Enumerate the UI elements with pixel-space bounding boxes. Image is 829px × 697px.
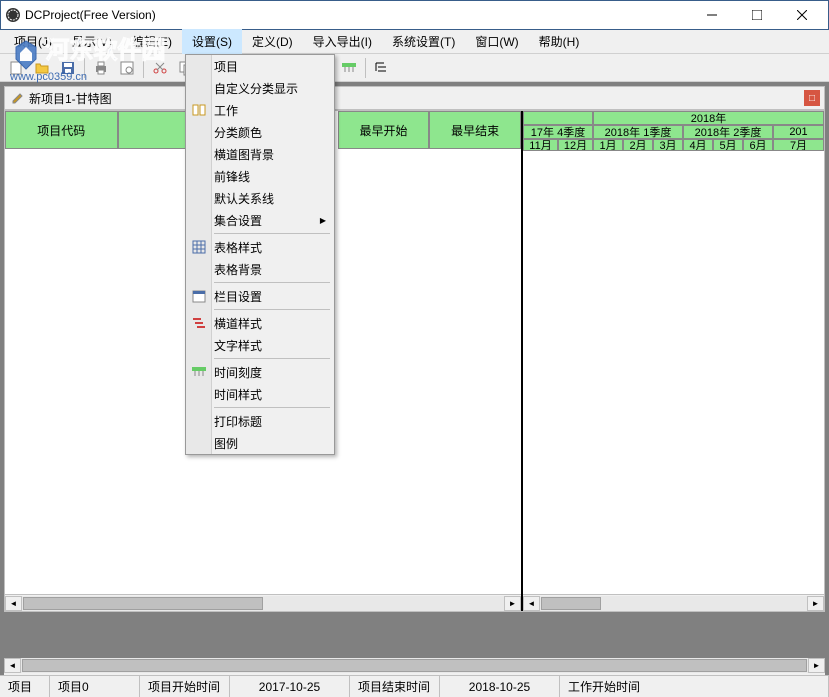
- menu-help[interactable]: 帮助(H): [529, 29, 590, 54]
- menubar: 项目(J) 显示(V) 编辑(E) 设置(S) 定义(D) 导入导出(I) 系统…: [0, 30, 829, 54]
- hierarchy-button[interactable]: [370, 56, 394, 80]
- menu-item-frontline[interactable]: 前锋线: [186, 165, 334, 187]
- column-header-early-finish[interactable]: 最早结束: [429, 111, 521, 149]
- menu-item-work[interactable]: 工作: [186, 99, 334, 121]
- menu-settings[interactable]: 设置(S): [182, 29, 242, 54]
- document-titlebar: 新项目1-甘特图 □: [4, 86, 825, 110]
- column-header-blank[interactable]: [118, 111, 193, 149]
- edit-icon: [11, 91, 25, 105]
- timeline-q3-2018-partial: 201: [773, 125, 824, 139]
- scroll-thumb[interactable]: [23, 597, 263, 610]
- app-icon: [5, 7, 21, 23]
- menu-item-custom-category-display[interactable]: 自定义分类显示: [186, 77, 334, 99]
- menu-import-export[interactable]: 导入导出(I): [303, 29, 382, 54]
- menu-item-category-color[interactable]: 分类颜色: [186, 121, 334, 143]
- timeline-year-blank: [523, 111, 593, 125]
- timeline-q2-2018: 2018年 2季度: [683, 125, 773, 139]
- maximize-button[interactable]: [734, 1, 779, 29]
- timeline-month: 6月: [743, 139, 773, 151]
- grid-icon: [190, 238, 208, 256]
- window-title: DCProject(Free Version): [25, 8, 689, 22]
- menu-item-timescale[interactable]: 时间刻度: [186, 361, 334, 383]
- column-header-early-start[interactable]: 最早开始: [338, 111, 430, 149]
- timeline-month: 1月: [593, 139, 623, 151]
- toolbar-separator: [143, 58, 144, 78]
- main-content: 项目代码 最早开始 最早结束 ◄ ► 2018年 17年 4季度 2018年 1…: [4, 110, 825, 612]
- document-maximize-button[interactable]: □: [804, 90, 820, 106]
- scroll-thumb[interactable]: [22, 659, 807, 672]
- table-horizontal-scrollbar[interactable]: ◄ ►: [5, 594, 521, 611]
- settings-dropdown-menu: 项目 自定义分类显示 工作 分类颜色 横道图背景 前锋线 默认关系线 集合设置 …: [185, 54, 335, 455]
- bars-icon: [190, 314, 208, 332]
- menu-project[interactable]: 项目(J): [4, 29, 62, 54]
- menu-separator: [214, 309, 330, 310]
- gantt-chart-area[interactable]: [523, 151, 824, 594]
- print-button[interactable]: [89, 56, 113, 80]
- menu-separator: [214, 233, 330, 234]
- menu-item-table-style[interactable]: 表格样式: [186, 236, 334, 258]
- timeline-q4-2017: 17年 4季度: [523, 125, 593, 139]
- menu-item-bar-style[interactable]: 横道样式: [186, 312, 334, 334]
- menu-item-time-style[interactable]: 时间样式: [186, 383, 334, 405]
- toolbar-separator: [84, 58, 85, 78]
- timeline-button[interactable]: [337, 56, 361, 80]
- save-button[interactable]: [56, 56, 80, 80]
- new-file-button[interactable]: [4, 56, 28, 80]
- minimize-button[interactable]: [689, 1, 734, 29]
- menu-item-default-relation-line[interactable]: 默认关系线: [186, 187, 334, 209]
- timeline-month: 4月: [683, 139, 713, 151]
- menu-item-print-title[interactable]: 打印标题: [186, 410, 334, 432]
- scroll-right-button[interactable]: ►: [807, 596, 824, 611]
- menu-window[interactable]: 窗口(W): [465, 29, 528, 54]
- scroll-left-button[interactable]: ◄: [5, 596, 22, 611]
- gantt-horizontal-scrollbar[interactable]: ◄ ►: [523, 594, 824, 611]
- menu-item-legend[interactable]: 图例: [186, 432, 334, 454]
- timeline-month: 7月: [773, 139, 824, 151]
- document-title: 新项目1-甘特图: [29, 90, 112, 107]
- timeline-q1-2018: 2018年 1季度: [593, 125, 683, 139]
- menu-separator: [214, 282, 330, 283]
- menu-item-column-settings[interactable]: 栏目设置: [186, 285, 334, 307]
- toolbar-separator: [365, 58, 366, 78]
- menu-define[interactable]: 定义(D): [242, 29, 303, 54]
- toolbar: [0, 54, 829, 82]
- timeline-month: 5月: [713, 139, 743, 151]
- scroll-right-button[interactable]: ►: [808, 658, 825, 673]
- menu-edit[interactable]: 编辑(E): [122, 29, 182, 54]
- timeline-year-2018: 2018年: [593, 111, 824, 125]
- timeline-header: 2018年 17年 4季度 2018年 1季度 2018年 2季度 201 11…: [523, 111, 824, 151]
- menu-item-gantt-background[interactable]: 横道图背景: [186, 143, 334, 165]
- menu-separator: [214, 407, 330, 408]
- timeline-month: 2月: [623, 139, 653, 151]
- main-horizontal-scrollbar[interactable]: ◄ ►: [4, 658, 825, 675]
- scroll-left-button[interactable]: ◄: [4, 658, 21, 673]
- menu-view[interactable]: 显示(V): [62, 29, 122, 54]
- print-preview-button[interactable]: [115, 56, 139, 80]
- timeline-icon: [190, 363, 208, 381]
- scroll-thumb[interactable]: [541, 597, 601, 610]
- menu-item-table-background[interactable]: 表格背景: [186, 258, 334, 280]
- gantt-pane: 2018年 17年 4季度 2018年 1季度 2018年 2季度 201 11…: [523, 111, 824, 611]
- close-button[interactable]: [779, 1, 824, 29]
- menu-separator: [214, 358, 330, 359]
- open-file-button[interactable]: [30, 56, 54, 80]
- timeline-month: 12月: [558, 139, 593, 151]
- scroll-left-button[interactable]: ◄: [523, 596, 540, 611]
- timeline-month: 3月: [653, 139, 683, 151]
- book-icon: [190, 101, 208, 119]
- calendar-icon: [190, 287, 208, 305]
- menu-item-project[interactable]: 项目: [186, 55, 334, 77]
- cut-button[interactable]: [148, 56, 172, 80]
- bottom-panel: [4, 616, 825, 654]
- timeline-month: 11月: [523, 139, 558, 151]
- menu-item-collection-settings[interactable]: 集合设置: [186, 209, 334, 231]
- column-header-code[interactable]: 项目代码: [5, 111, 118, 149]
- scroll-right-button[interactable]: ►: [504, 596, 521, 611]
- window-titlebar: DCProject(Free Version): [0, 0, 829, 30]
- menu-system-settings[interactable]: 系统设置(T): [382, 29, 465, 54]
- menu-item-text-style[interactable]: 文字样式: [186, 334, 334, 356]
